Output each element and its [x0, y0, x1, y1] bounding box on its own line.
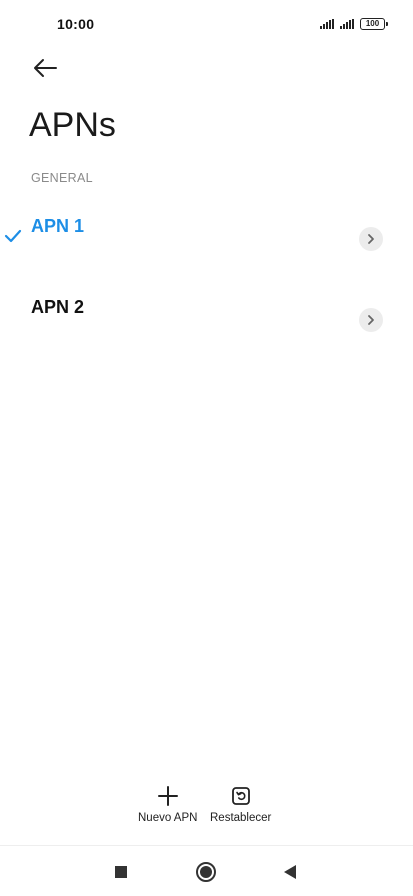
- reset-icon: [229, 784, 253, 808]
- status-time: 10:00: [57, 16, 95, 32]
- status-icons: 100: [320, 16, 388, 32]
- apn-item-2[interactable]: APN 2: [0, 281, 413, 351]
- back-triangle-icon[interactable]: [284, 865, 296, 879]
- section-header: GENERAL: [31, 171, 93, 185]
- home-icon[interactable]: [196, 862, 216, 882]
- system-navbar: [0, 852, 413, 892]
- signal-icon: [340, 19, 354, 29]
- signal-icon: [320, 19, 334, 29]
- reset-button[interactable]: Restablecer: [210, 784, 271, 824]
- reset-label: Restablecer: [210, 812, 272, 824]
- checkmark-icon: [4, 229, 22, 243]
- apn-detail-button[interactable]: [359, 227, 383, 251]
- battery-level: 100: [365, 19, 380, 28]
- apn-settings-screen: 10:00 100 APNs GENERAL APN 1 APN 2 Nuevo…: [0, 0, 413, 896]
- chevron-right-icon: [368, 315, 374, 325]
- bottom-actions: Nuevo APN Restablecer: [0, 784, 413, 828]
- navbar-divider: [0, 845, 413, 846]
- new-apn-label: Nuevo APN: [138, 812, 198, 824]
- page-title: APNs: [29, 106, 116, 144]
- apn-label: APN 2: [31, 297, 85, 317]
- apn-label: APN 1: [31, 216, 85, 236]
- recents-icon[interactable]: [115, 866, 127, 878]
- battery-icon: 100: [360, 18, 388, 30]
- apn-item-1[interactable]: APN 1: [0, 200, 413, 270]
- back-button[interactable]: [30, 56, 60, 80]
- back-arrow-icon: [34, 59, 57, 77]
- plus-icon: [156, 784, 180, 808]
- new-apn-button[interactable]: Nuevo APN: [138, 784, 197, 824]
- chevron-right-icon: [368, 234, 374, 244]
- apn-detail-button[interactable]: [359, 308, 383, 332]
